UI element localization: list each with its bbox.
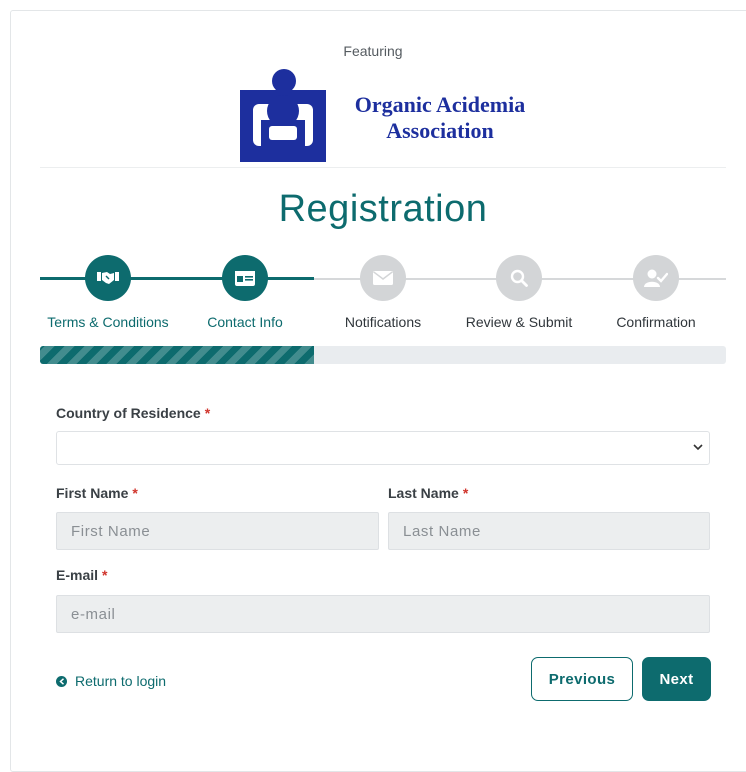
step-label: Review & Submit	[465, 314, 573, 330]
step-notifications[interactable]: Notifications	[313, 255, 453, 330]
progress-bar-fill	[40, 346, 315, 364]
step-circle	[222, 255, 268, 301]
logo-line-1: Organic Acidemia	[354, 92, 526, 117]
envelope-icon	[373, 271, 393, 285]
oaa-logo-icon	[240, 69, 326, 162]
required-mark: *	[462, 485, 469, 501]
chevron-left-circle-icon	[56, 675, 67, 687]
featuring-label: Featuring	[343, 43, 403, 59]
email-input[interactable]	[56, 595, 710, 633]
oaa-logo: Organic Acidemia Association	[240, 68, 540, 163]
country-label: Country of Residence *	[56, 405, 210, 421]
country-select[interactable]	[56, 431, 710, 465]
country-label-text: Country of Residence	[56, 405, 201, 421]
required-mark: *	[102, 567, 108, 583]
step-confirmation[interactable]: Confirmation	[586, 255, 726, 330]
step-circle	[85, 255, 131, 301]
step-circle	[633, 255, 679, 301]
first-name-input[interactable]	[56, 512, 379, 550]
step-label: Contact Info	[207, 314, 283, 330]
return-to-login-link[interactable]: Return to login	[56, 673, 166, 689]
user-check-icon	[644, 269, 668, 287]
step-circle	[360, 255, 406, 301]
first-name-label-text: First Name	[56, 485, 129, 501]
step-label: Notifications	[344, 314, 422, 330]
progress-bar	[40, 346, 726, 364]
step-label: Terms & Conditions	[47, 314, 169, 330]
first-name-label: First Name *	[56, 485, 138, 501]
oaa-logo-text: Organic Acidemia Association	[335, 92, 545, 144]
step-label: Confirmation	[616, 314, 696, 330]
next-button[interactable]: Next	[642, 657, 711, 701]
last-name-input[interactable]	[388, 512, 710, 550]
return-to-login-label: Return to login	[75, 673, 167, 689]
step-terms-conditions[interactable]: Terms & Conditions	[38, 255, 178, 330]
step-contact-info[interactable]: Contact Info	[175, 255, 315, 330]
previous-button[interactable]: Previous	[531, 657, 633, 701]
required-mark: *	[132, 485, 138, 501]
last-name-label-text: Last Name	[388, 485, 459, 501]
required-mark: *	[204, 405, 211, 421]
step-circle	[496, 255, 542, 301]
logo-line-2: Association	[386, 118, 494, 143]
step-review-submit[interactable]: Review & Submit	[449, 255, 589, 330]
page-title: Registration	[278, 188, 488, 230]
handshake-icon	[97, 272, 119, 284]
email-label: E-mail *	[56, 567, 107, 583]
chevron-down-icon	[693, 444, 703, 451]
last-name-label: Last Name *	[388, 485, 468, 501]
header-divider	[40, 167, 726, 168]
search-icon	[510, 269, 528, 287]
email-label-text: E-mail	[56, 567, 99, 583]
id-card-icon	[235, 270, 255, 286]
